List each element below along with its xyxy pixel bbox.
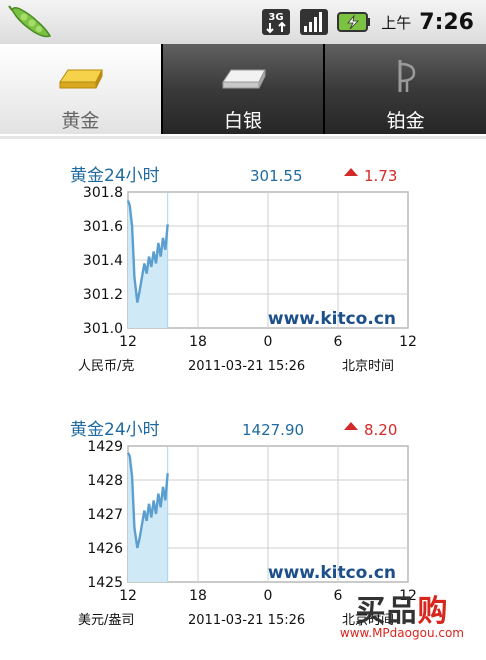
watermark-logo-part2: 购 xyxy=(417,594,449,629)
tab-divider xyxy=(0,136,486,139)
x-tick-label: 18 xyxy=(189,334,207,350)
timezone-label: 北京时间 xyxy=(342,359,394,374)
chart-change: 1.73 xyxy=(364,167,397,185)
y-tick-label: 1426 xyxy=(87,541,123,557)
timestamp: 2011-03-21 15:26 xyxy=(188,359,305,374)
x-tick-label: 12 xyxy=(399,334,417,350)
time-period: 上午 xyxy=(381,13,412,32)
x-tick-label: 18 xyxy=(189,588,207,604)
battery-charging-icon xyxy=(337,12,371,32)
chart-svg: 黄金24小时 301.55 1.73 301.8 301.6 301.4 301.2 3… xyxy=(70,166,417,374)
y-tick-label: 1428 xyxy=(87,473,123,489)
chart-title: 黄金24小时 xyxy=(70,420,160,440)
tab-platinum-label: 铂金 xyxy=(386,110,425,132)
chart-price: 301.55 xyxy=(250,167,303,185)
chart-rmb-gram: 黄金24小时 301.55 1.73 301.8 301.6 301.4 301.2 3… xyxy=(60,158,420,388)
x-tick-label: 6 xyxy=(334,334,343,350)
y-tick-label: 1425 xyxy=(87,575,123,591)
watermark-url: www.MPdaogou.com xyxy=(339,626,464,640)
tab-gold[interactable]: 黄金 xyxy=(0,44,163,134)
gold-bar-icon xyxy=(59,69,104,89)
site-watermark: 买品购 www.MPdaogou.com xyxy=(340,586,464,640)
y-tick-label: 301.8 xyxy=(83,185,123,201)
y-tick-label: 301.0 xyxy=(83,321,123,337)
kitco-watermark: www.kitco.cn xyxy=(268,563,396,583)
y-tick-label: 1429 xyxy=(87,439,123,455)
metal-tabs: 黄金 白银 铂金 xyxy=(0,44,486,134)
tab-silver[interactable]: 白银 xyxy=(162,44,326,134)
silver-bar-icon xyxy=(222,69,266,89)
y-tick-label: 301.6 xyxy=(83,219,123,235)
chart-title: 黄金24小时 xyxy=(70,166,160,186)
signal-icon xyxy=(300,9,329,35)
tab-platinum[interactable]: 铂金 xyxy=(325,44,486,134)
app-pea-icon xyxy=(8,5,52,38)
chart-price: 1427.90 xyxy=(242,421,304,439)
x-tick-label: 12 xyxy=(119,588,137,604)
tab-silver-label: 白银 xyxy=(224,110,263,132)
y-tick-label: 1427 xyxy=(87,507,123,523)
x-tick-label: 12 xyxy=(119,334,137,350)
clock: 7:26 xyxy=(419,9,474,35)
tab-gold-label: 黄金 xyxy=(61,110,100,132)
up-arrow-icon xyxy=(344,168,358,176)
chart-change: 8.20 xyxy=(364,421,397,439)
x-tick-label: 0 xyxy=(264,334,273,350)
watermark-logo-part1: 买品 xyxy=(355,594,418,629)
timestamp: 2011-03-21 15:26 xyxy=(188,613,305,628)
up-arrow-icon xyxy=(344,422,358,430)
platinum-icon xyxy=(398,60,415,92)
watermark-logo: 买品购 xyxy=(340,586,464,630)
kitco-watermark: www.kitco.cn xyxy=(268,309,396,329)
x-tick-label: 0 xyxy=(264,588,273,604)
3g-data-icon: 3G xyxy=(262,9,291,35)
y-tick-label: 301.2 xyxy=(83,287,123,303)
unit-label: 人民币/克 xyxy=(78,359,134,374)
unit-label: 美元/盎司 xyxy=(78,613,134,628)
y-tick-label: 301.4 xyxy=(83,253,123,269)
svg-text:3G: 3G xyxy=(269,12,284,23)
status-bar: 3G 上午 7:26 xyxy=(0,0,486,45)
